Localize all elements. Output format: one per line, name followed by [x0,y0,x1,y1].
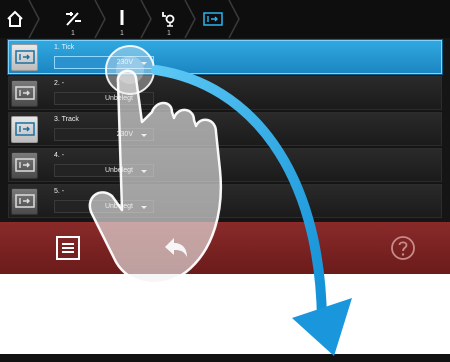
breadcrumb-lamp[interactable]: 1 [156,0,182,38]
help-icon [391,236,415,260]
chevron-down-icon [141,206,147,209]
assignment-select-value: Unbelegt [104,203,133,210]
list-item-4[interactable]: 4. - Unbelegt [8,148,442,182]
channel-list: 1. Tick 230V 2. - Unbelegt 3. Track 230V [0,38,450,222]
assignment-select[interactable]: Unbelegt [54,164,154,177]
breadcrumb-count: 1 [71,30,75,37]
voltage-select-value: 230V [116,131,133,138]
list-item-1[interactable]: 1. Tick 230V [8,40,442,74]
exit-sign-icon [11,152,38,179]
chevron-down-icon [141,134,147,137]
breadcrumb-exit-sign[interactable] [200,0,226,38]
list-item-5[interactable]: 5. - Unbelegt [8,184,442,218]
breadcrumb-pencil[interactable]: 1 [56,0,90,38]
exit-sign-icon [11,80,38,107]
exit-sign-icon [11,44,38,71]
breadcrumb-count: 1 [167,30,171,37]
breadcrumb-separator [28,0,40,38]
list-item-title: 2. - [54,80,65,87]
menu-icon [56,236,80,260]
empty-content-area [0,274,450,354]
assignment-select[interactable]: Unbelegt [54,200,154,213]
list-item-3[interactable]: 3. Track 230V [8,112,442,146]
list-item-title: 5. - [54,188,65,195]
exit-sign-icon [203,12,223,26]
voltage-select-value: 230V [116,59,133,66]
bottom-toolbar [0,222,450,274]
bottom-strip [0,354,450,362]
list-item-title: 3. Track [54,116,79,123]
back-arrow-icon [165,238,187,257]
list-item-title: 1. Tick [54,44,75,51]
home-button[interactable] [4,0,26,38]
voltage-select[interactable]: 230V [54,128,154,141]
breadcrumb-separator [184,0,196,38]
assignment-select[interactable]: Unbelegt [54,92,154,105]
list-item-2[interactable]: 2. - Unbelegt [8,76,442,110]
menu-button[interactable] [50,222,86,274]
voltage-select[interactable]: 230V [54,56,154,69]
top-navigation-bar: 1 1 1 [0,0,450,38]
breadcrumb-line[interactable]: 1 [110,0,134,38]
back-button[interactable] [156,222,196,274]
app-screen: 1 1 1 1. Tick 230V 2. - Unbelegt 3. Trac… [0,0,450,362]
assignment-select-value: Unbelegt [104,95,133,102]
exit-sign-icon [11,188,38,215]
lamp-icon [162,12,175,27]
breadcrumb-separator [94,0,106,38]
assignment-select-value: Unbelegt [104,167,133,174]
help-button[interactable] [388,222,418,274]
chevron-down-icon [141,170,147,173]
home-icon [7,10,23,27]
chevron-down-icon [141,62,147,65]
breadcrumb-separator [228,0,240,38]
breadcrumb-separator [140,0,152,38]
line-tool-icon [120,10,124,25]
breadcrumb-count: 1 [120,30,124,37]
pencil-tool-icon [66,12,81,26]
exit-sign-icon [11,116,38,143]
list-item-title: 4. - [54,152,65,159]
